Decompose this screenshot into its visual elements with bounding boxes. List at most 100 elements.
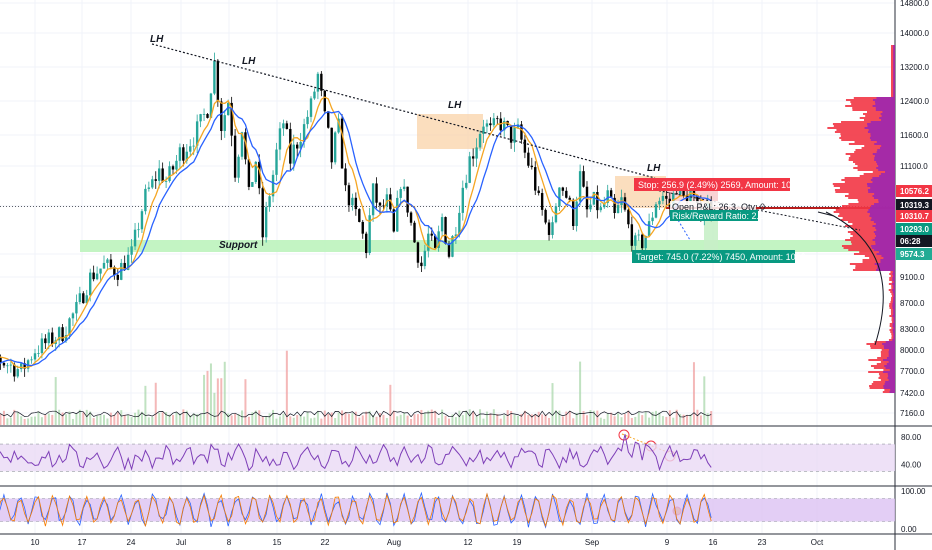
volume-bar (544, 414, 547, 425)
volume-bar (61, 412, 64, 425)
time-tick-label: 10 (31, 538, 40, 547)
price-tick-label: 8700.0 (900, 299, 925, 308)
volume-bar (103, 414, 105, 425)
trading-chart[interactable]: Stop: 256.9 (2.49%) 2569, Amount: 1000 O… (0, 0, 932, 550)
candle-body (278, 128, 282, 150)
support-label: Support (219, 240, 258, 251)
volume-profile-bar (877, 149, 895, 151)
volume-bar (606, 413, 609, 425)
candle-body (216, 60, 220, 102)
volume-profile-bar (869, 215, 895, 217)
candle-body (268, 196, 271, 208)
volume-bar (379, 413, 381, 425)
volume-bar (178, 413, 181, 425)
volume-bar (561, 416, 564, 425)
volume-bar (292, 417, 295, 425)
candle-body (116, 274, 119, 280)
stoch-band (0, 498, 895, 522)
volume-bar (351, 413, 354, 425)
volume-bar (213, 392, 216, 425)
candle-body (413, 222, 416, 243)
volume-bar (534, 414, 537, 425)
volume-profile-bar (870, 133, 895, 135)
volume-profile-bar (888, 349, 895, 351)
volume-profile-bar (893, 335, 895, 337)
volume-profile-bar (893, 313, 895, 315)
volume-profile-bar (892, 301, 895, 303)
volume-profile-bar (879, 147, 895, 149)
volume-bar (299, 415, 302, 425)
volume-bar (247, 416, 250, 425)
candle-body (465, 182, 468, 188)
volume-bar (454, 417, 457, 425)
volume-bar (665, 416, 668, 425)
price-badge-text: 06:28 (900, 237, 921, 246)
volume-bar (499, 418, 502, 425)
volume-profile-bar (893, 295, 895, 297)
volume-profile-bar (893, 59, 895, 61)
candle-body (371, 183, 375, 216)
volume-profile-bar (879, 117, 895, 119)
volume-bar (541, 414, 544, 425)
volume-bar (630, 417, 633, 425)
candle-body (523, 139, 527, 153)
price-tick-label: 13200.0 (900, 63, 929, 72)
volume-bar (558, 410, 561, 425)
volume-profile-bar (888, 379, 895, 381)
volume-bar (392, 410, 395, 425)
candle-body (37, 353, 40, 354)
volume-profile-bar (892, 289, 895, 291)
rsi-tick-label: 80.00 (901, 433, 922, 442)
target-label: Target: 745.0 (7.22%) 7450, Amount: 1000 (636, 252, 806, 262)
candle-body (220, 101, 223, 132)
candle-body (147, 187, 151, 189)
volume-bar (644, 412, 647, 425)
candle-body (44, 338, 47, 344)
volume-bar (244, 379, 247, 425)
volume-bar (227, 413, 230, 425)
volume-profile-bar (877, 267, 895, 269)
volume-bar (275, 418, 278, 425)
volume-bar (147, 417, 150, 425)
volume-profile-bar (883, 257, 895, 259)
volume-profile-bar (893, 297, 895, 299)
volume-bar (472, 411, 475, 425)
volume-bar (296, 415, 299, 425)
resistance-zone[interactable] (417, 114, 483, 149)
candle-body (233, 135, 237, 178)
volume-profile-bar (872, 99, 895, 101)
volume-profile-bar (893, 61, 895, 63)
volume-bar (703, 376, 706, 425)
candle-body (658, 200, 661, 205)
volume-profile-bar (878, 169, 895, 171)
candle-body (158, 168, 161, 181)
candle-body (199, 114, 202, 122)
volume-profile-bar (876, 167, 895, 169)
volume-profile-bar (892, 325, 895, 327)
candle-body (540, 193, 544, 210)
candle-body (354, 197, 358, 210)
volume-bar (203, 374, 206, 425)
volume-bar (313, 417, 316, 425)
volume-profile-bar (893, 287, 895, 289)
volume-profile-bar (882, 343, 895, 345)
volume-profile-bar (876, 151, 895, 153)
candle-body (416, 242, 420, 263)
volume-bar (282, 413, 285, 425)
volume-bar (268, 413, 271, 425)
volume-bar (706, 413, 709, 425)
volume-bar (655, 410, 657, 425)
volume-profile-bar (893, 85, 895, 87)
volume-bar (365, 411, 368, 425)
volume-profile-bar (885, 341, 895, 343)
candle-body (351, 197, 354, 206)
volume-bar (327, 413, 330, 425)
volume-profile-bar (893, 91, 895, 93)
volume-profile-bar (884, 365, 895, 367)
candle-body (461, 187, 464, 213)
candle-body (130, 246, 133, 255)
volume-bar (444, 415, 447, 425)
price-tick-label: 7420.0 (900, 389, 925, 398)
volume-bar (548, 417, 551, 425)
candle-body (340, 118, 344, 169)
